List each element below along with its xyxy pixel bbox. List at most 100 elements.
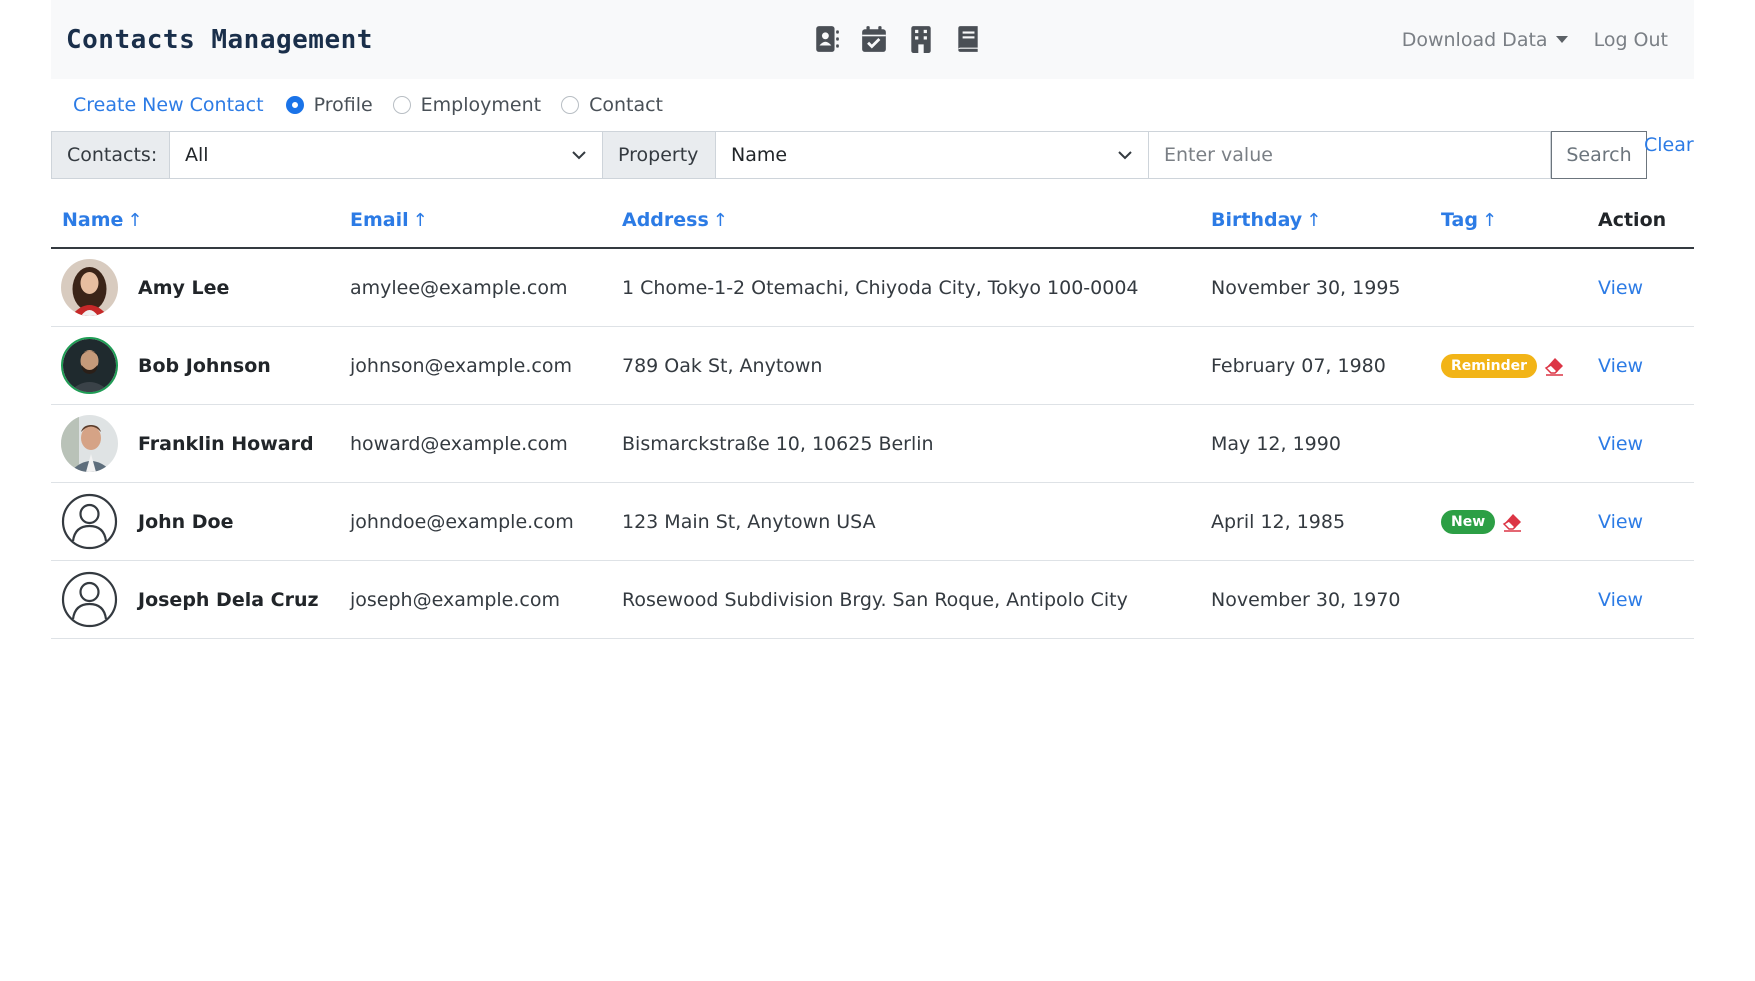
table-row: Franklin Howard howard@example.com Bisma… <box>51 404 1694 483</box>
sort-arrow-icon: ↑ <box>127 209 143 231</box>
cell-address: Rosewood Subdivision Brgy. San Roque, An… <box>622 560 1211 639</box>
sort-arrow-icon: ↑ <box>412 209 428 231</box>
header-birthday[interactable]: Birthday ↑ <box>1211 192 1441 249</box>
header-address-label: Address <box>622 208 709 231</box>
header-name-label: Name <box>62 208 124 231</box>
cell-tag <box>1441 560 1598 639</box>
radio-contact-label: Contact <box>589 94 663 116</box>
contacts-select[interactable]: All <box>170 131 603 179</box>
cell-action: View <box>1598 560 1694 639</box>
cell-name: John Doe <box>51 482 350 561</box>
cell-birthday: May 12, 1990 <box>1211 404 1441 483</box>
brand-title[interactable]: Contacts Management <box>66 25 373 55</box>
cell-name: Bob Johnson <box>51 326 350 405</box>
table-row: John Doe johndoe@example.com 123 Main St… <box>51 482 1694 561</box>
cell-tag <box>1441 404 1598 483</box>
cell-birthday: April 12, 1985 <box>1211 482 1441 561</box>
cell-tag <box>1441 248 1598 327</box>
cell-address: Bismarckstraße 10, 10625 Berlin <box>622 404 1211 483</box>
avatar <box>61 337 118 394</box>
cell-address: 123 Main St, Anytown USA <box>622 482 1211 561</box>
table-header-row: Name ↑ Email ↑ Address ↑ Birthday ↑ Tag ↑ Act… <box>51 192 1694 249</box>
chevron-down-icon <box>572 151 586 160</box>
cell-action: View <box>1598 326 1694 405</box>
view-radio-group: Profile Employment Contact <box>285 94 663 116</box>
cell-name: Amy Lee <box>51 248 350 327</box>
table-row: Joseph Dela Cruz joseph@example.com Rose… <box>51 560 1694 639</box>
header-tag-label: Tag <box>1441 208 1478 231</box>
create-new-contact-link[interactable]: Create New Contact <box>73 94 264 116</box>
header-action: Action <box>1598 192 1694 249</box>
search-value-input[interactable] <box>1149 131 1551 179</box>
cell-email: howard@example.com <box>350 404 622 483</box>
contacts-label: Contacts: <box>51 131 170 179</box>
sort-arrow-icon: ↑ <box>712 209 728 231</box>
header-address[interactable]: Address ↑ <box>622 192 1211 249</box>
radio-employment[interactable]: Employment <box>392 94 542 116</box>
radio-profile-indicator[interactable] <box>285 96 304 114</box>
navbar: Contacts Management Download Data Log Ou… <box>51 0 1694 79</box>
download-data-dropdown[interactable]: Download Data <box>1402 29 1568 51</box>
cell-action: View <box>1598 404 1694 483</box>
table-row: Amy Lee amylee@example.com 1 Chome-1-2 O… <box>51 248 1694 327</box>
header-name[interactable]: Name ↑ <box>51 192 350 249</box>
cell-name: Joseph Dela Cruz <box>51 560 350 639</box>
eraser-icon[interactable] <box>1543 356 1565 376</box>
property-select[interactable]: Name <box>716 131 1149 179</box>
cell-tag: New <box>1441 482 1598 561</box>
nav-right: Download Data Log Out <box>1402 29 1668 51</box>
contact-name: Bob Johnson <box>138 354 271 377</box>
table-row: Bob Johnson johnson@example.com 789 Oak … <box>51 326 1694 405</box>
header-email[interactable]: Email ↑ <box>350 192 622 249</box>
view-link[interactable]: View <box>1598 355 1643 377</box>
contact-name: Amy Lee <box>138 276 230 299</box>
search-button[interactable]: Search <box>1551 131 1647 179</box>
building-icon[interactable] <box>907 22 935 56</box>
cell-birthday: November 30, 1995 <box>1211 248 1441 327</box>
search-bar: Contacts: All Property Name Search Clear <box>51 131 1694 179</box>
contact-book-icon[interactable] <box>813 22 841 56</box>
eraser-icon[interactable] <box>1501 512 1523 532</box>
cell-tag: Reminder <box>1441 326 1598 405</box>
contact-name: Joseph Dela Cruz <box>138 588 319 611</box>
contacts-table: Name ↑ Email ↑ Address ↑ Birthday ↑ Tag ↑ Act… <box>51 192 1694 639</box>
clear-link[interactable]: Clear <box>1644 134 1694 156</box>
download-data-label: Download Data <box>1401 28 1548 51</box>
radio-profile-label: Profile <box>313 94 373 116</box>
header-email-label: Email <box>350 208 409 231</box>
view-link[interactable]: View <box>1598 589 1643 611</box>
sort-arrow-icon: ↑ <box>1481 209 1498 231</box>
cell-birthday: February 07, 1980 <box>1211 326 1441 405</box>
cell-email: amylee@example.com <box>350 248 622 327</box>
header-birthday-label: Birthday <box>1211 208 1303 231</box>
cell-address: 1 Chome-1-2 Otemachi, Chiyoda City, Toky… <box>622 248 1211 327</box>
contact-name: John Doe <box>138 510 234 533</box>
view-link[interactable]: View <box>1598 277 1643 299</box>
property-select-value: Name <box>731 144 788 166</box>
header-tag[interactable]: Tag ↑ <box>1441 192 1598 249</box>
sort-arrow-icon: ↑ <box>1306 209 1322 231</box>
radio-employment-label: Employment <box>420 94 542 116</box>
radio-profile[interactable]: Profile <box>285 94 373 116</box>
radio-contact[interactable]: Contact <box>561 94 663 116</box>
cell-email: joseph@example.com <box>350 560 622 639</box>
avatar <box>61 415 118 472</box>
default-avatar-icon <box>61 493 118 550</box>
contacts-select-value: All <box>185 144 209 166</box>
nav-icons <box>813 22 982 56</box>
cell-email: johndoe@example.com <box>350 482 622 561</box>
logout-link[interactable]: Log Out <box>1594 29 1668 51</box>
calendar-check-icon[interactable] <box>860 22 888 56</box>
cell-action: View <box>1598 482 1694 561</box>
radio-employment-indicator[interactable] <box>392 96 411 114</box>
view-link[interactable]: View <box>1598 433 1643 455</box>
radio-contact-indicator[interactable] <box>561 96 580 114</box>
cell-action: View <box>1598 248 1694 327</box>
cell-birthday: November 30, 1970 <box>1211 560 1441 639</box>
view-link[interactable]: View <box>1598 511 1643 533</box>
default-avatar-icon <box>61 571 118 628</box>
book-icon[interactable] <box>954 22 982 56</box>
cell-email: johnson@example.com <box>350 326 622 405</box>
cell-name: Franklin Howard <box>51 404 350 483</box>
cell-address: 789 Oak St, Anytown <box>622 326 1211 405</box>
